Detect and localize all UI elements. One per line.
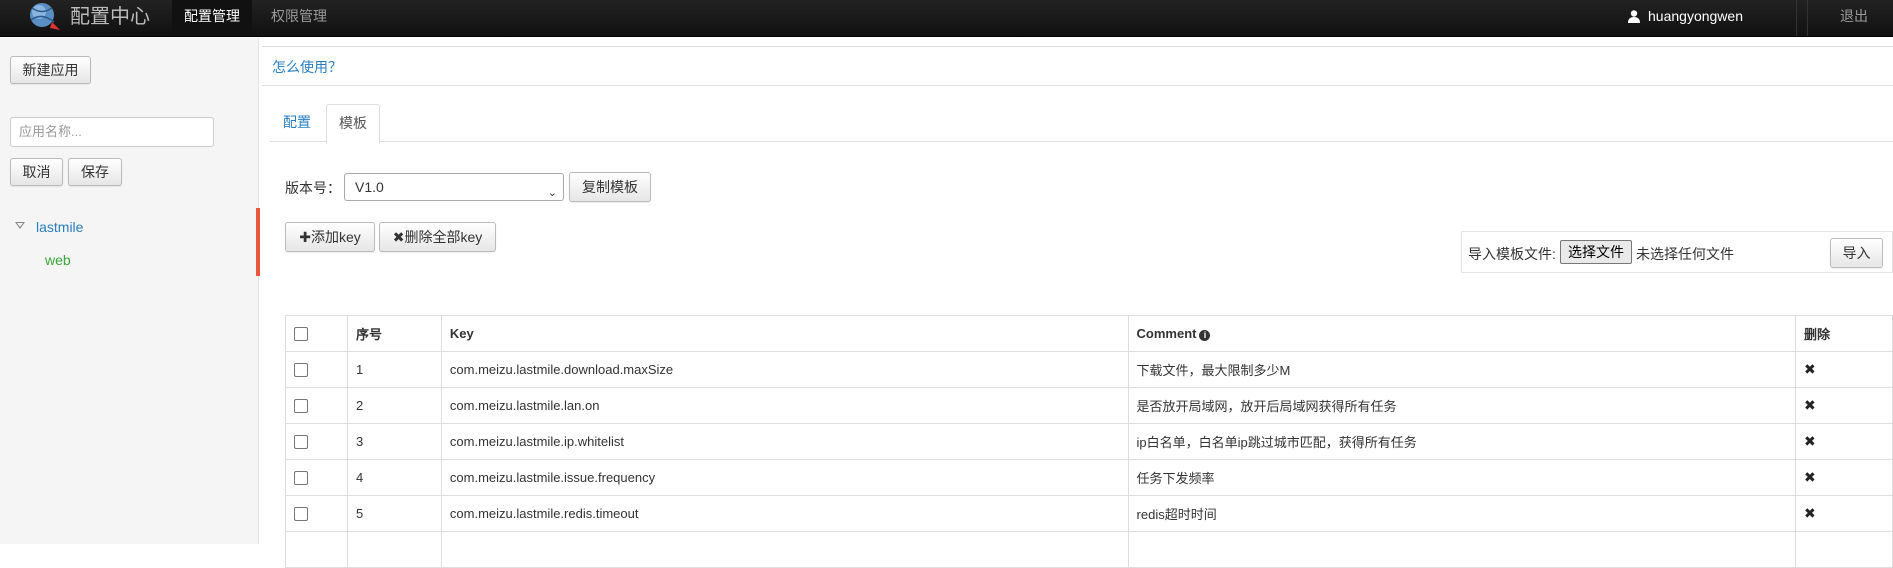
row-key[interactable]: com.meizu.lastmile.ip.whitelist: [440, 423, 1129, 460]
row-no: 2: [346, 387, 442, 424]
import-label: 导入模板文件:: [1468, 246, 1556, 262]
header-comment-label: Comment: [1136, 326, 1197, 341]
row-select-cell: [285, 495, 348, 532]
header-no[interactable]: 序号: [346, 315, 442, 352]
delete-icon[interactable]: ✖: [1804, 397, 1816, 413]
table-row: 5 com.meizu.lastmile.redis.timeout redis…: [285, 495, 1893, 532]
user-menu[interactable]: huangyongwen: [1628, 0, 1743, 36]
header-key[interactable]: Key: [440, 315, 1129, 352]
row-checkbox[interactable]: [294, 507, 308, 522]
import-template-panel: 导入模板文件: 选择文件 未选择任何文件 导入: [1461, 231, 1893, 273]
cancel-button[interactable]: 取消: [10, 158, 63, 186]
tree-expand-icon[interactable]: [15, 222, 25, 229]
row-checkbox[interactable]: [294, 363, 308, 378]
add-key-label: 添加key: [310, 229, 361, 245]
top-navbar: 配置中心 配置管理 权限管理 huangyongwen 退出: [0, 0, 1893, 37]
row-key[interactable]: com.meizu.lastmile.download.maxSize: [440, 351, 1129, 388]
table-row: 3 com.meizu.lastmile.ip.whitelist ip白名单，…: [285, 423, 1893, 460]
tabs-divider: [270, 141, 1893, 142]
username: huangyongwen: [1648, 8, 1743, 24]
nav-permission-management[interactable]: 权限管理: [259, 0, 339, 36]
tab-template[interactable]: 模板: [326, 104, 380, 144]
chevron-down-icon: ⌄: [547, 187, 557, 199]
version-label: 版本号：: [285, 180, 341, 196]
tab-config[interactable]: 配置: [271, 104, 323, 141]
logout-link[interactable]: 退出: [1840, 0, 1868, 32]
row-no: 4: [346, 459, 442, 496]
import-button[interactable]: 导入: [1830, 238, 1883, 268]
row-select-cell: [285, 387, 348, 424]
no-file-text: 未选择任何文件: [1636, 246, 1734, 262]
row-key[interactable]: com.meizu.lastmile.redis.timeout: [440, 495, 1129, 532]
row-checkbox[interactable]: [294, 471, 308, 486]
save-button[interactable]: 保存: [68, 158, 122, 186]
nav-divider: [1796, 0, 1797, 36]
row-comment[interactable]: 任务下发频率: [1127, 459, 1797, 496]
new-app-button[interactable]: 新建应用: [10, 56, 91, 84]
app-name-input[interactable]: 应用名称...: [10, 117, 214, 147]
nav-divider: [1807, 0, 1808, 36]
table-header-row: 序号 Key Comment i 删除: [285, 315, 1893, 352]
table-row: [285, 531, 1893, 568]
row-delete-cell: ✖: [1795, 495, 1893, 532]
tree-node-lastmile[interactable]: lastmile: [36, 219, 83, 235]
app-brand[interactable]: 配置中心: [70, 4, 150, 30]
row-key[interactable]: com.meizu.lastmile.issue.frequency: [440, 459, 1129, 496]
row-no: 3: [346, 423, 442, 460]
row-no: 5: [346, 495, 442, 532]
header-delete: 删除: [1795, 315, 1893, 352]
how-to-use-link[interactable]: 怎么使用？: [272, 57, 342, 77]
copy-template-button[interactable]: 复制模板: [569, 172, 651, 202]
template-key-table: 序号 Key Comment i 删除 1 com.meizu.lastmile.…: [285, 315, 1893, 568]
row-key[interactable]: com.meizu.lastmile.lan.on: [440, 387, 1129, 424]
delete-icon[interactable]: ✖: [1804, 361, 1816, 377]
add-key-button[interactable]: ✚添加key: [285, 222, 375, 252]
row-select-cell: [285, 351, 348, 388]
select-all-checkbox[interactable]: [294, 327, 308, 342]
row-no: 1: [346, 351, 442, 388]
version-value: V1.0: [355, 179, 384, 195]
row-select-cell: [285, 459, 348, 496]
delete-icon[interactable]: ✖: [1804, 433, 1816, 449]
table-row: 1 com.meizu.lastmile.download.maxSize 下载…: [285, 351, 1893, 388]
row-delete-cell: ✖: [1795, 351, 1893, 388]
row-checkbox[interactable]: [294, 435, 308, 450]
user-icon: [1628, 10, 1641, 23]
row-delete-cell: ✖: [1795, 459, 1893, 496]
version-select[interactable]: V1.0 ⌄: [344, 173, 564, 201]
row-comment[interactable]: 下载文件，最大限制多少M: [1127, 351, 1797, 388]
delete-icon[interactable]: ✖: [1804, 505, 1816, 521]
choose-file-button[interactable]: 选择文件: [1560, 240, 1632, 264]
help-bar: 怎么使用？: [262, 46, 1893, 86]
select-all-cell: [285, 315, 348, 352]
globe-logo-icon: [30, 3, 60, 30]
info-icon[interactable]: i: [1199, 330, 1211, 341]
row-checkbox[interactable]: [294, 399, 308, 414]
row-comment[interactable]: 是否放开局域网，放开后局域网获得所有任务: [1127, 387, 1797, 424]
delete-all-keys-button[interactable]: ✖删除全部key: [379, 222, 496, 252]
table-row: 2 com.meizu.lastmile.lan.on 是否放开局域网，放开后局…: [285, 387, 1893, 424]
delete-all-label: 删除全部key: [404, 229, 483, 245]
tree-active-indicator: [256, 208, 260, 276]
sidebar: 新建应用 应用名称... 取消 保存: [0, 38, 259, 544]
nav-config-management[interactable]: 配置管理: [172, 0, 252, 36]
row-delete-cell: ✖: [1795, 387, 1893, 424]
tree-node-web[interactable]: web: [45, 252, 71, 268]
row-comment[interactable]: ip白名单，白名单ip跳过城市匹配，获得所有任务: [1127, 423, 1797, 460]
row-delete-cell: ✖: [1795, 423, 1893, 460]
delete-icon[interactable]: ✖: [1804, 469, 1816, 485]
table-row: 4 com.meizu.lastmile.issue.frequency 任务下…: [285, 459, 1893, 496]
header-comment[interactable]: Comment i: [1127, 315, 1797, 352]
row-comment[interactable]: redis超时时间: [1127, 495, 1797, 532]
row-select-cell: [285, 423, 348, 460]
close-icon: ✖: [392, 229, 405, 245]
plus-icon: ✚: [299, 229, 311, 245]
